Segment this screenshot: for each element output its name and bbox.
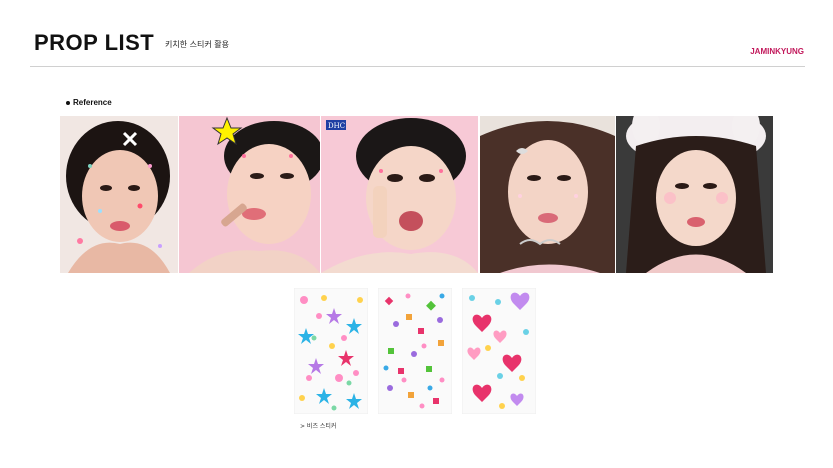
brand-label: JAMINKYUNG: [750, 47, 804, 56]
sticker-sheet-stars: [294, 288, 368, 414]
sticker-sheet-hearts: [462, 288, 536, 414]
ref-photo-3: DHC: [321, 116, 478, 273]
header-divider: [30, 66, 805, 67]
reference-label: Reference: [66, 98, 112, 107]
ref-photo-4: [480, 116, 615, 273]
bullet-icon: [66, 100, 70, 105]
brand-badge: DHC: [328, 122, 345, 130]
reference-text: Reference: [73, 98, 112, 107]
page-subtitle: 키치한 스티커 활용: [165, 40, 229, 49]
ref-photo-5: [616, 116, 773, 273]
ref-photo-2: [179, 116, 320, 273]
ref-photo-1: [60, 116, 178, 273]
sticker-caption: > 비즈 스티커: [300, 423, 337, 430]
sticker-sheet-mixed: [378, 288, 452, 414]
page-title: PROP LIST: [34, 30, 155, 55]
